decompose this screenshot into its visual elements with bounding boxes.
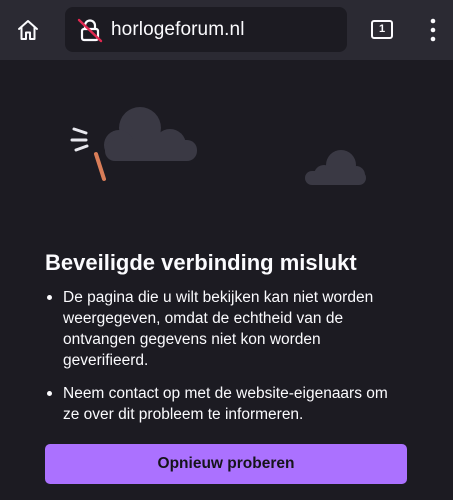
spark-icon xyxy=(70,127,89,152)
browser-toolbar: horlogeforum.nl 1 xyxy=(0,0,453,60)
connection-error-illustration xyxy=(70,107,366,185)
tab-count-badge: 1 xyxy=(371,19,393,39)
url-text[interactable]: horlogeforum.nl xyxy=(111,19,245,41)
small-cloud-icon xyxy=(305,150,366,185)
error-detail-item: De pagina die u wilt bekijken kan niet w… xyxy=(45,287,405,371)
home-icon xyxy=(18,20,38,40)
url-bar[interactable]: horlogeforum.nl xyxy=(65,7,347,52)
error-details-list: De pagina die u wilt bekijken kan niet w… xyxy=(45,287,405,437)
retry-button[interactable]: Opnieuw proberen xyxy=(45,444,407,484)
menu-button[interactable] xyxy=(421,14,445,46)
insecure-lock-icon[interactable] xyxy=(77,17,103,43)
kebab-menu-icon xyxy=(430,18,436,42)
cloud-icon xyxy=(104,107,197,161)
error-title: Beveiligde verbinding mislukt xyxy=(45,250,357,275)
stick-icon xyxy=(94,152,106,181)
tabs-button[interactable]: 1 xyxy=(369,18,395,40)
home-button[interactable] xyxy=(10,12,46,48)
error-detail-item: Neem contact op met de website-eigenaars… xyxy=(45,383,405,425)
